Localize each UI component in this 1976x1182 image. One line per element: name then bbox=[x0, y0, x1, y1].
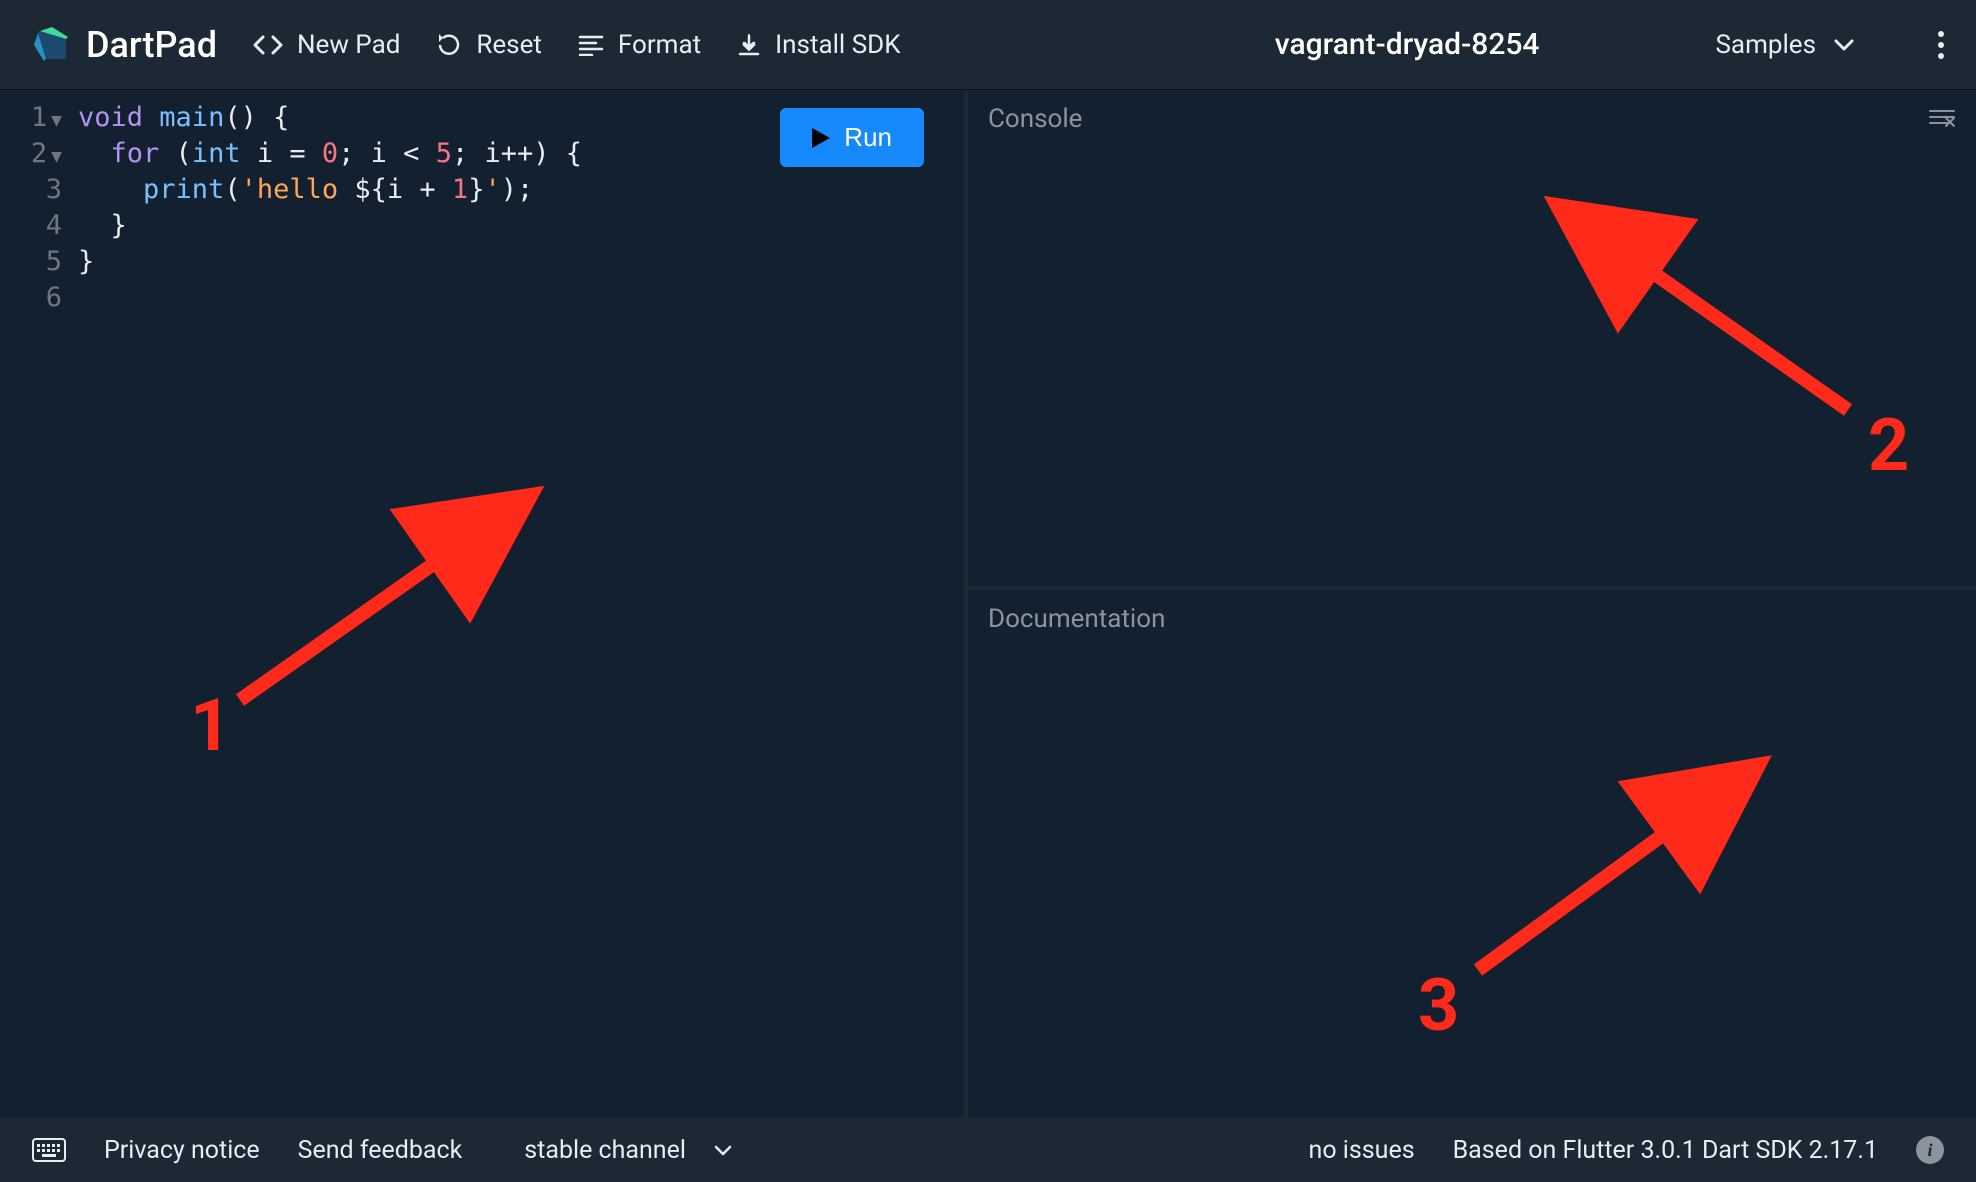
svg-text:1: 1 bbox=[190, 683, 231, 768]
play-icon bbox=[812, 128, 830, 148]
version-info: Based on Flutter 3.0.1 Dart SDK 2.17.1 bbox=[1453, 1136, 1878, 1165]
line-gutter: 1▼2▼3456 bbox=[0, 100, 70, 316]
new-pad-button[interactable]: New Pad bbox=[253, 30, 400, 60]
console-panel: Console 2 bbox=[968, 90, 1976, 590]
info-button[interactable]: i bbox=[1916, 1136, 1944, 1164]
channel-label: stable channel bbox=[524, 1136, 686, 1165]
chevron-down-icon bbox=[1834, 39, 1854, 51]
documentation-panel: Documentation 3 bbox=[968, 590, 1976, 1118]
line-number: 5 bbox=[0, 244, 62, 280]
download-icon bbox=[737, 33, 761, 57]
code-line: void main() { bbox=[78, 100, 582, 136]
overflow-menu-button[interactable] bbox=[1938, 31, 1944, 59]
samples-label: Samples bbox=[1715, 30, 1816, 60]
fold-marker-icon[interactable]: ▼ bbox=[51, 110, 62, 131]
install-sdk-label: Install SDK bbox=[775, 30, 900, 60]
svg-text:3: 3 bbox=[1418, 963, 1459, 1040]
code-icon bbox=[253, 33, 283, 57]
reset-label: Reset bbox=[476, 30, 542, 60]
code-line: print('hello ${i + 1}'); bbox=[78, 172, 582, 208]
logo-text: DartPad bbox=[86, 24, 217, 66]
format-label: Format bbox=[618, 30, 701, 60]
fold-marker-icon[interactable]: ▼ bbox=[51, 146, 62, 167]
main-area: Run 1▼2▼3456 void main() { for (int i = … bbox=[0, 90, 1976, 1118]
code-line: } bbox=[78, 244, 582, 280]
docs-title: Documentation bbox=[968, 590, 1976, 648]
samples-dropdown[interactable]: Samples bbox=[1715, 30, 1854, 60]
chevron-down-icon bbox=[714, 1145, 732, 1156]
right-panels: Console 2 Documentation 3 bbox=[968, 90, 1976, 1118]
new-pad-label: New Pad bbox=[297, 30, 400, 60]
code-line: } bbox=[78, 208, 582, 244]
line-number: 3 bbox=[0, 172, 62, 208]
line-number: 6 bbox=[0, 280, 62, 316]
editor-panel: Run 1▼2▼3456 void main() { for (int i = … bbox=[0, 90, 968, 1118]
svg-text:2: 2 bbox=[1868, 403, 1909, 488]
dart-logo-icon bbox=[32, 25, 72, 65]
code-lines: void main() { for (int i = 0; i < 5; i++… bbox=[70, 100, 582, 316]
issues-status[interactable]: no issues bbox=[1309, 1136, 1415, 1165]
logo-group[interactable]: DartPad bbox=[32, 24, 217, 66]
run-button[interactable]: Run bbox=[780, 108, 924, 167]
clear-console-button[interactable] bbox=[1928, 108, 1956, 130]
annotation-1: 1 bbox=[170, 470, 570, 770]
code-line: for (int i = 0; i < 5; i++) { bbox=[78, 136, 582, 172]
code-line bbox=[78, 280, 582, 316]
send-feedback-link[interactable]: Send feedback bbox=[298, 1136, 463, 1165]
annotation-2: 2 bbox=[1528, 180, 1948, 500]
line-number: 4 bbox=[0, 208, 62, 244]
app-footer: Privacy notice Send feedback stable chan… bbox=[0, 1118, 1976, 1182]
format-button[interactable]: Format bbox=[578, 30, 701, 60]
privacy-notice-link[interactable]: Privacy notice bbox=[104, 1136, 260, 1165]
install-sdk-button[interactable]: Install SDK bbox=[737, 30, 900, 60]
line-number: 1▼ bbox=[0, 100, 62, 136]
run-label: Run bbox=[844, 122, 892, 153]
console-title: Console bbox=[968, 90, 1976, 148]
pad-name: vagrant-dryad-8254 bbox=[1275, 27, 1540, 62]
app-header: DartPad New Pad Reset Format bbox=[0, 0, 1976, 90]
channel-dropdown[interactable]: stable channel bbox=[524, 1136, 732, 1165]
line-number: 2▼ bbox=[0, 136, 62, 172]
reset-icon bbox=[436, 32, 462, 58]
format-icon bbox=[578, 34, 604, 56]
annotation-3: 3 bbox=[1398, 720, 1818, 1040]
keyboard-icon[interactable] bbox=[32, 1138, 66, 1162]
reset-button[interactable]: Reset bbox=[436, 30, 542, 60]
